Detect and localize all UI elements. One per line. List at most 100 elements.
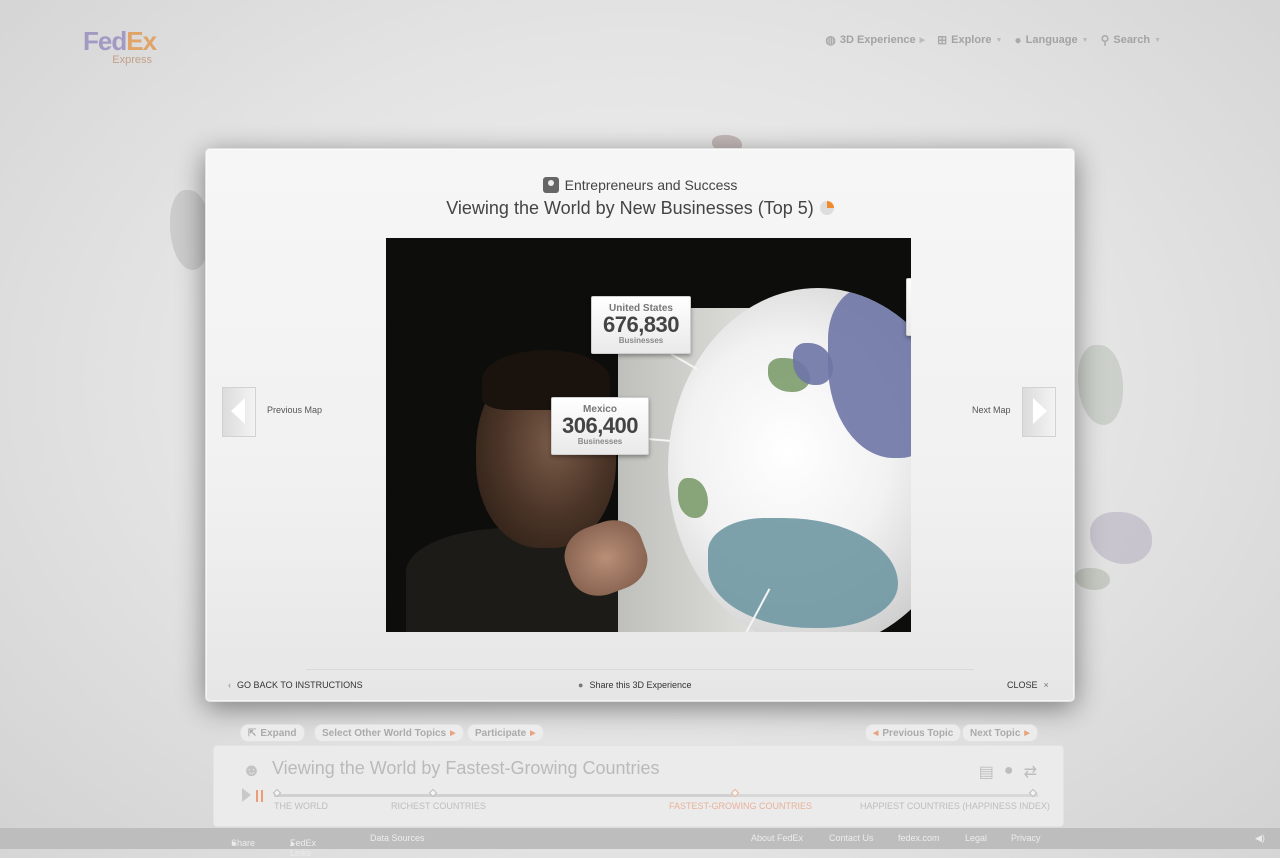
globe-icon: ◍ bbox=[825, 33, 836, 47]
participate-button[interactable]: Participate ▶ bbox=[467, 724, 544, 742]
background-map-landmass bbox=[170, 190, 210, 270]
callout-unit: Businesses bbox=[577, 437, 623, 446]
topic-title: Viewing the World by Fastest-Growing Cou… bbox=[272, 758, 660, 778]
topic-tools: ▤ ● ⇄ bbox=[979, 762, 1037, 782]
footer-contact-link[interactable]: Contact Us bbox=[829, 833, 874, 843]
background-map-landmass bbox=[1078, 345, 1123, 425]
comment-icon[interactable]: ● bbox=[1004, 762, 1014, 782]
callout-partial bbox=[906, 278, 911, 336]
callout-value: 676,830 bbox=[602, 312, 680, 337]
footer-privacy-link[interactable]: Privacy bbox=[1011, 833, 1041, 843]
logo-ex-text: Ex bbox=[126, 26, 157, 56]
fedex-logo[interactable]: FedEx Express bbox=[83, 26, 157, 66]
masks-icon: ☻ bbox=[242, 760, 261, 780]
logo-express-text: Express bbox=[112, 54, 153, 66]
speech-bubble-icon: ● bbox=[578, 680, 584, 690]
pause-icon[interactable] bbox=[256, 790, 263, 802]
chevron-right-icon: ▶ bbox=[919, 37, 926, 44]
previous-topic-label: Previous Topic bbox=[882, 727, 954, 739]
divider bbox=[306, 669, 974, 670]
timeline-marker[interactable] bbox=[1028, 788, 1038, 798]
sitemap-icon: ⊞ bbox=[937, 33, 948, 47]
background-map-landmass bbox=[1075, 568, 1110, 590]
arrow-left-icon bbox=[231, 398, 245, 424]
modal-title-text: Viewing the World by New Businesses (Top… bbox=[446, 198, 814, 218]
chevron-right-icon: ▶ bbox=[450, 730, 456, 737]
previous-topic-button[interactable]: ◀ Previous Topic bbox=[865, 724, 962, 742]
callout-mexico: Mexico 306,400 Businesses bbox=[551, 397, 649, 455]
back-to-instructions-link[interactable]: ‹ GO BACK TO INSTRUCTIONS bbox=[228, 680, 363, 690]
footer-share-label: Share bbox=[231, 838, 256, 848]
next-map-button[interactable] bbox=[1022, 387, 1056, 437]
topic-timeline[interactable] bbox=[272, 788, 1038, 798]
chevron-right-icon: ▶ bbox=[1024, 730, 1030, 737]
background-map-landmass bbox=[1090, 512, 1152, 564]
chevron-up-icon: ▴ bbox=[290, 838, 295, 848]
globe-landmass bbox=[708, 518, 898, 628]
expand-icon: ⇱ bbox=[248, 727, 257, 739]
nav-search[interactable]: ⚲ Search ▼ bbox=[1101, 33, 1161, 47]
next-map-label[interactable]: Next Map bbox=[972, 405, 1011, 415]
timeline-label[interactable]: RICHEST COUNTRIES bbox=[391, 801, 486, 811]
arrow-right-icon bbox=[1033, 398, 1047, 424]
play-icon[interactable] bbox=[242, 788, 251, 802]
nav-3d-experience[interactable]: ◍ 3D Experience ▶ bbox=[825, 33, 925, 47]
chevron-right-icon: ▶ bbox=[530, 730, 536, 737]
chevron-down-icon: ▼ bbox=[1154, 36, 1161, 44]
pie-chart-icon[interactable] bbox=[819, 201, 834, 215]
speaker-icon[interactable]: ◀) bbox=[1255, 833, 1265, 844]
topic-panel: ☻ Viewing the World by Fastest-Growing C… bbox=[213, 745, 1064, 827]
modal-title: Viewing the World by New Businesses (Top… bbox=[206, 198, 1074, 219]
modal-category: Entrepreneurs and Success bbox=[206, 177, 1074, 193]
timeline-label-active[interactable]: FASTEST-GROWING COUNTRIES bbox=[669, 801, 812, 811]
back-label: GO BACK TO INSTRUCTIONS bbox=[237, 680, 363, 690]
previous-map-button[interactable] bbox=[222, 387, 256, 437]
footer-about-link[interactable]: About FedEx bbox=[751, 833, 803, 843]
category-label: Entrepreneurs and Success bbox=[564, 177, 738, 193]
participate-label: Participate bbox=[475, 727, 527, 739]
share-label: Share this 3D Experience bbox=[589, 680, 692, 690]
chevron-down-icon: ▼ bbox=[1081, 36, 1089, 44]
previous-map-label[interactable]: Previous Map bbox=[267, 405, 322, 415]
nav-explore[interactable]: ⊞ Explore ▼ bbox=[937, 33, 1002, 47]
nav-label: Language bbox=[1025, 34, 1078, 46]
search-icon: ⚲ bbox=[1100, 33, 1110, 47]
share-experience-link[interactable]: ● Share this 3D Experience bbox=[578, 680, 692, 690]
expand-button[interactable]: ⇱ Expand bbox=[240, 724, 305, 742]
callout-unit: Businesses bbox=[618, 336, 664, 345]
globe-landmass bbox=[828, 288, 911, 458]
next-topic-label: Next Topic bbox=[970, 727, 1021, 739]
site-footer: ● Share FedEx Links ▴ Data Sources About… bbox=[0, 828, 1280, 858]
nav-label: 3D Experience bbox=[839, 34, 916, 46]
globe-landmass bbox=[678, 478, 708, 518]
nav-language[interactable]: ● Language ▼ bbox=[1014, 33, 1088, 47]
timeline-label[interactable]: THE WORLD bbox=[274, 801, 328, 811]
close-button[interactable]: CLOSE × bbox=[1007, 680, 1049, 690]
close-icon: × bbox=[1043, 680, 1049, 690]
footer-legal-link[interactable]: Legal bbox=[965, 833, 987, 843]
footer-site-link[interactable]: fedex.com bbox=[898, 833, 940, 843]
close-label: CLOSE bbox=[1007, 680, 1038, 690]
swap-arrows-icon[interactable]: ⇄ bbox=[1024, 762, 1037, 782]
entrepreneur-icon bbox=[542, 177, 559, 193]
top-navigation: ◍ 3D Experience ▶ ⊞ Explore ▼ ● Language… bbox=[825, 33, 1161, 47]
select-topics-button[interactable]: Select Other World Topics ▶ bbox=[314, 724, 464, 742]
ar-video-frame: United States 676,830 Businesses Mexico … bbox=[386, 238, 911, 632]
logo-fed-text: Fed bbox=[83, 26, 127, 56]
callout-united-states: United States 676,830 Businesses bbox=[591, 296, 691, 354]
print-icon[interactable]: ▤ bbox=[979, 762, 994, 782]
nav-label: Search bbox=[1113, 34, 1151, 46]
speech-bubble-icon: ● bbox=[1014, 33, 1022, 47]
chevron-left-icon: ‹ bbox=[228, 680, 231, 690]
chevron-left-icon: ◀ bbox=[873, 730, 879, 737]
globe-landmass bbox=[793, 343, 833, 385]
chevron-down-icon: ▼ bbox=[995, 36, 1003, 44]
timeline-progress bbox=[274, 794, 733, 797]
footer-data-sources-link[interactable]: Data Sources bbox=[370, 833, 425, 843]
next-topic-button[interactable]: Next Topic ▶ bbox=[962, 724, 1038, 742]
map-modal: Entrepreneurs and Success Viewing the Wo… bbox=[205, 148, 1075, 702]
timeline-label[interactable]: HAPPIEST COUNTRIES (HAPPINESS INDEX) bbox=[860, 801, 1050, 811]
callout-value: 306,400 bbox=[561, 413, 639, 438]
expand-label: Expand bbox=[260, 727, 297, 739]
nav-label: Explore bbox=[951, 34, 992, 46]
